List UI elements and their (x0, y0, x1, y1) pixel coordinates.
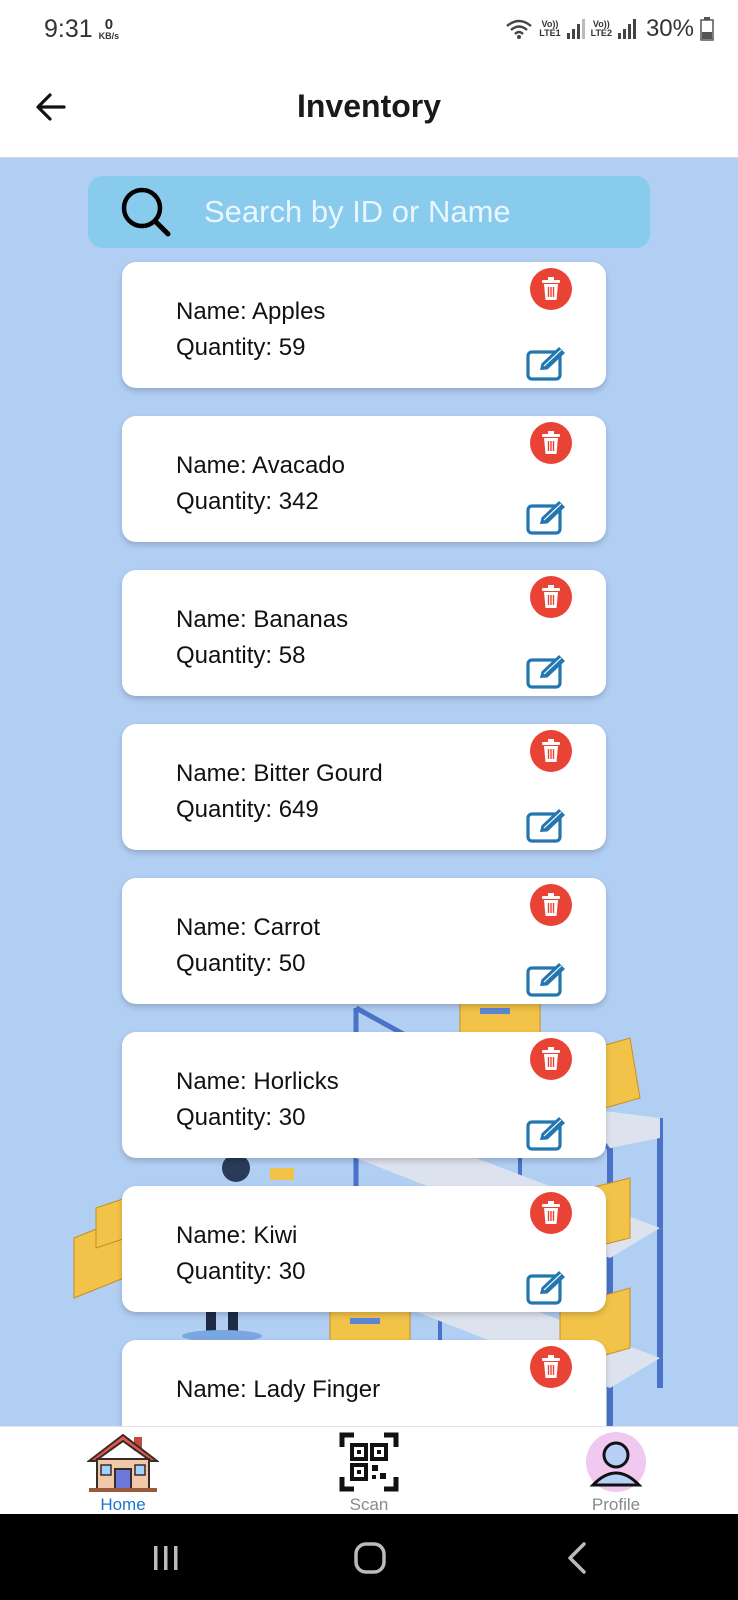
sim1-label-bottom: LTE1 (539, 28, 561, 38)
item-details: Name: Kiwi Quantity: 30 (176, 1218, 305, 1290)
inventory-item-card[interactable]: Name: Horlicks Quantity: 30 (122, 1032, 606, 1158)
nav-scan-label: Scan (349, 1495, 389, 1514)
item-name: Name: Avacado (176, 452, 345, 479)
edit-icon[interactable] (526, 654, 570, 690)
nav-home[interactable]: Home (63, 1431, 183, 1515)
item-details: Name: Lady Finger (176, 1372, 380, 1408)
battery-percent: 30% (645, 15, 694, 42)
item-quantity: Quantity: 649 (176, 796, 319, 823)
delete-button[interactable] (530, 1038, 572, 1080)
item-quantity: Quantity: 50 (176, 950, 306, 977)
sim1-volte: Vo)) LTE1 (539, 20, 560, 38)
delete-button[interactable] (530, 576, 572, 618)
trash-icon (542, 431, 560, 454)
trash-icon (542, 739, 560, 762)
network-speed: 0 KB/s (99, 17, 120, 41)
delete-button[interactable] (530, 884, 572, 926)
back-button-icon[interactable] (558, 1538, 598, 1578)
trash-icon (542, 893, 560, 916)
edit-icon[interactable] (526, 808, 570, 844)
item-details: Name: Horlicks Quantity: 30 (176, 1064, 339, 1136)
delete-button[interactable] (530, 1192, 572, 1234)
item-details: Name: Bitter Gourd Quantity: 649 (176, 756, 383, 828)
signal-icon (566, 19, 585, 39)
item-name: Name: Carrot (176, 914, 321, 941)
inventory-item-card[interactable]: Name: Kiwi Quantity: 30 (122, 1186, 606, 1312)
item-quantity: Quantity: 59 (176, 334, 306, 361)
trash-icon (542, 1201, 560, 1224)
inventory-item-card[interactable]: Name: Bananas Quantity: 58 (122, 570, 606, 696)
network-speed-value: 0 (104, 16, 114, 33)
item-details: Name: Apples Quantity: 59 (176, 294, 325, 366)
delete-button[interactable] (530, 1346, 572, 1388)
inventory-content[interactable]: Name: Apples Quantity: 59 Name: Avacado … (0, 158, 738, 1426)
battery-icon (700, 17, 714, 41)
qr-scan-icon (339, 1432, 399, 1492)
nav-scan[interactable]: Scan (309, 1431, 429, 1515)
bottom-navigation: Home Scan Profile (0, 1426, 738, 1514)
sim2-volte: Vo)) LTE2 (591, 20, 612, 38)
delete-button[interactable] (530, 730, 572, 772)
search-icon[interactable] (118, 184, 174, 240)
inventory-item-card[interactable]: Name: Avacado Quantity: 342 (122, 416, 606, 542)
item-quantity: Quantity: 342 (176, 488, 319, 515)
nav-profile-label: Profile (591, 1495, 641, 1514)
home-button-icon[interactable] (350, 1538, 390, 1578)
app-header: Inventory (0, 58, 738, 158)
item-name: Name: Bitter Gourd (176, 760, 383, 787)
inventory-item-card[interactable]: Name: Apples Quantity: 59 (122, 262, 606, 388)
search-input[interactable] (204, 194, 624, 230)
trash-icon (542, 1047, 560, 1070)
edit-icon[interactable] (526, 962, 570, 998)
edit-icon[interactable] (526, 1270, 570, 1306)
delete-button[interactable] (530, 268, 572, 310)
trash-icon (542, 277, 560, 300)
edit-icon[interactable] (526, 346, 570, 382)
network-speed-unit: KB/s (98, 31, 120, 41)
page-title: Inventory (296, 88, 442, 124)
delete-button[interactable] (530, 422, 572, 464)
item-quantity: Quantity: 30 (176, 1104, 306, 1131)
edit-icon[interactable] (526, 500, 570, 536)
trash-icon (542, 1355, 560, 1378)
nav-home-label: Home (100, 1495, 146, 1514)
item-name: Name: Bananas (176, 606, 349, 633)
item-details: Name: Avacado Quantity: 342 (176, 448, 345, 520)
inventory-item-card[interactable]: Name: Carrot Quantity: 50 (122, 878, 606, 1004)
search-bar[interactable] (88, 176, 650, 248)
item-name: Name: Apples (176, 298, 326, 325)
wifi-icon (506, 19, 533, 39)
recent-apps-icon[interactable] (146, 1538, 186, 1578)
home-icon (87, 1433, 159, 1492)
status-icons: Vo)) LTE1 Vo)) LTE2 30% (505, 15, 714, 43)
signal-icon (617, 19, 636, 39)
item-quantity: Quantity: 58 (176, 642, 306, 669)
status-bar: 9:31 0 KB/s Vo)) LTE1 Vo)) LTE2 30% (0, 0, 738, 58)
status-time: 9:31 (44, 14, 93, 43)
item-name: Name: Lady Finger (176, 1376, 381, 1403)
item-details: Name: Carrot Quantity: 50 (176, 910, 320, 982)
sim2-label-bottom: LTE2 (590, 28, 612, 38)
trash-icon (542, 585, 560, 608)
nav-profile[interactable]: Profile (556, 1431, 676, 1515)
system-navigation-bar (0, 1514, 738, 1600)
item-name: Name: Horlicks (176, 1068, 339, 1095)
item-name: Name: Kiwi (176, 1222, 298, 1249)
edit-icon[interactable] (526, 1116, 570, 1152)
inventory-item-card[interactable]: Name: Lady Finger (122, 1340, 606, 1426)
inventory-item-card[interactable]: Name: Bitter Gourd Quantity: 649 (122, 724, 606, 850)
item-details: Name: Bananas Quantity: 58 (176, 602, 348, 674)
profile-avatar-icon (586, 1432, 646, 1492)
item-quantity: Quantity: 30 (176, 1258, 306, 1285)
